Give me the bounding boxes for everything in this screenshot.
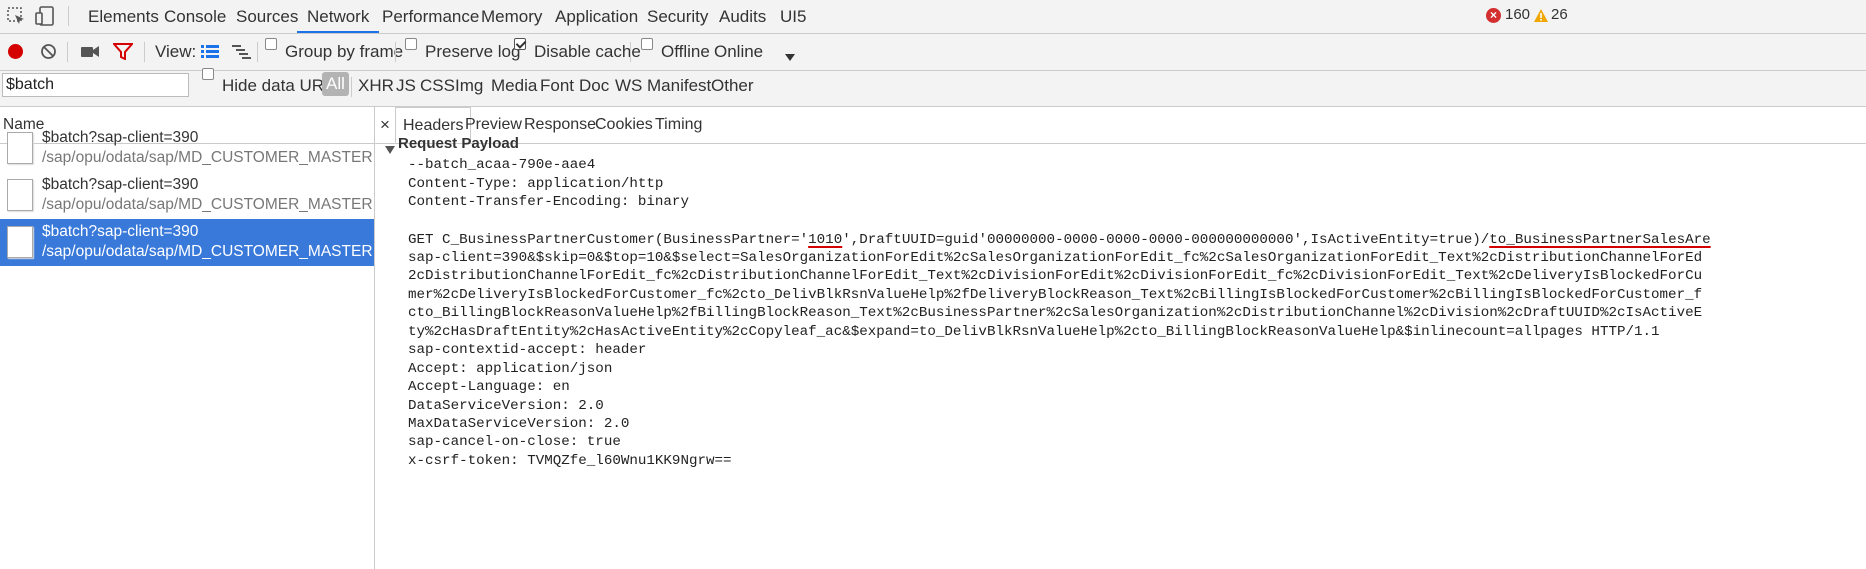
close-details-icon[interactable]: × bbox=[380, 107, 390, 143]
group-by-frame-checkbox[interactable] bbox=[265, 38, 277, 50]
filter-type-xhr[interactable]: XHR bbox=[358, 76, 394, 96]
tab-performance[interactable]: Performance bbox=[382, 0, 479, 33]
disable-cache-label: Disable cache bbox=[534, 42, 641, 61]
filter-type-font[interactable]: Font bbox=[540, 76, 574, 96]
record-icon[interactable] bbox=[8, 44, 23, 59]
warning-count[interactable]: 26 bbox=[1551, 6, 1568, 23]
toolbar-divider bbox=[68, 6, 69, 26]
filter-type-css[interactable]: CSS bbox=[420, 76, 455, 96]
capture-screenshots-icon[interactable] bbox=[80, 44, 100, 59]
device-toolbar-icon[interactable] bbox=[34, 5, 56, 27]
view-label: View: bbox=[155, 42, 197, 61]
tab-network[interactable]: Network bbox=[297, 0, 380, 33]
filter-bar: Hide data URLs All XHR JS CSS Img Media … bbox=[0, 68, 1866, 107]
tab-timing[interactable]: Timing bbox=[655, 107, 702, 143]
tab-elements[interactable]: Elements bbox=[88, 0, 159, 33]
tab-audits[interactable]: Audits bbox=[719, 0, 766, 33]
request-row[interactable]: $batch?sap-client=390 /sap/opu/odata/sap… bbox=[0, 172, 374, 219]
payload-line: ty%2cHasDraftEntity%2cHasActiveEntity%2c… bbox=[408, 324, 1660, 340]
section-title[interactable]: Request Payload bbox=[398, 135, 519, 152]
preserve-log-checkbox[interactable] bbox=[405, 38, 417, 50]
clear-icon[interactable] bbox=[40, 43, 57, 60]
filter-type-manifest[interactable]: Manifest bbox=[647, 76, 711, 96]
request-path: /sap/opu/odata/sap/MD_CUSTOMER_MASTER_SR… bbox=[42, 196, 372, 213]
error-icon: × bbox=[1486, 8, 1501, 23]
tab-cookies[interactable]: Cookies bbox=[595, 107, 653, 143]
devtools-top-bar: Elements Console Sources Network Perform… bbox=[0, 0, 1866, 34]
preserve-log-label: Preserve log bbox=[425, 42, 521, 61]
tab-sources[interactable]: Sources bbox=[236, 0, 298, 33]
waterfall-overview-icon[interactable] bbox=[232, 44, 251, 59]
toolbar-divider bbox=[630, 42, 631, 62]
tab-console[interactable]: Console bbox=[164, 0, 226, 33]
request-name: $batch?sap-client=390 bbox=[42, 223, 199, 240]
filter-input[interactable] bbox=[2, 73, 189, 97]
payload-line: Accept-Language: en bbox=[408, 379, 570, 395]
payload-line: 2cDistributionChannelForEdit_fc%2cDistri… bbox=[408, 268, 1703, 284]
disable-cache-checkbox[interactable] bbox=[514, 38, 526, 50]
document-icon bbox=[7, 226, 33, 258]
filter-type-doc[interactable]: Doc bbox=[579, 76, 609, 96]
payload-line: Content-Type: application/http bbox=[408, 176, 664, 192]
toolbar-divider bbox=[395, 42, 396, 62]
tab-memory[interactable]: Memory bbox=[481, 0, 542, 33]
warning-icon bbox=[1533, 8, 1549, 23]
filter-type-ws[interactable]: WS bbox=[615, 76, 642, 96]
collapse-triangle-icon[interactable] bbox=[385, 140, 395, 154]
toolbar-divider bbox=[351, 77, 352, 97]
throttling-select[interactable]: Online bbox=[714, 42, 763, 62]
payload-business-partner-key: 1010 bbox=[808, 232, 843, 248]
details-tab-bar: × Headers Preview Response Cookies Timin… bbox=[375, 107, 1866, 144]
filter-type-all[interactable]: All bbox=[322, 72, 349, 96]
payload-navigation-property: to_BusinessPartnerSalesAre bbox=[1489, 232, 1711, 248]
offline-label: Offline bbox=[661, 42, 710, 61]
tab-application[interactable]: Application bbox=[555, 0, 638, 33]
payload-line: sap-cancel-on-close: true bbox=[408, 434, 621, 450]
tab-response[interactable]: Response bbox=[524, 107, 596, 143]
payload-line: Content-Transfer-Encoding: binary bbox=[408, 194, 689, 210]
group-by-frame-label: Group by frame bbox=[285, 42, 404, 61]
toolbar-divider bbox=[144, 42, 145, 62]
payload-line: mer%2cDeliveryIsBlockedForCustomer_fc%2c… bbox=[408, 287, 1703, 303]
offline-checkbox[interactable] bbox=[641, 38, 653, 50]
payload-line: DataServiceVersion: 2.0 bbox=[408, 398, 604, 414]
document-icon bbox=[7, 132, 33, 164]
filter-type-js[interactable]: JS bbox=[396, 76, 416, 96]
inspect-element-icon[interactable] bbox=[6, 6, 26, 26]
payload-request-line: GET C_BusinessPartnerCustomer(BusinessPa… bbox=[408, 232, 1711, 248]
payload-line: sap-client=390&$skip=0&$top=10&$select=S… bbox=[408, 250, 1703, 266]
toolbar-divider bbox=[257, 42, 258, 62]
payload-get-mid: ',DraftUUID=guid'00000000-0000-0000-0000… bbox=[842, 232, 1490, 248]
request-list: Name $batch?sap-client=390 /sap/opu/odat… bbox=[0, 107, 375, 569]
request-path: /sap/opu/odata/sap/MD_CUSTOMER_MASTER_SR… bbox=[42, 243, 372, 260]
tab-security[interactable]: Security bbox=[647, 0, 708, 33]
filter-icon[interactable] bbox=[111, 43, 135, 61]
request-row[interactable]: $batch?sap-client=390 /sap/opu/odata/sap… bbox=[0, 125, 374, 172]
payload-line: --batch_acaa-790e-aae4 bbox=[408, 157, 596, 173]
payload-line: MaxDataServiceVersion: 2.0 bbox=[408, 416, 630, 432]
request-name: $batch?sap-client=390 bbox=[42, 129, 199, 146]
payload-line: Accept: application/json bbox=[408, 361, 613, 377]
payload-line: sap-contextid-accept: header bbox=[408, 342, 647, 358]
payload-get-prefix: GET C_BusinessPartnerCustomer(BusinessPa… bbox=[408, 232, 809, 248]
request-name: $batch?sap-client=390 bbox=[42, 176, 199, 193]
network-toolbar: View: Group by frame Preserve log Disabl… bbox=[0, 34, 1866, 71]
tab-ui5[interactable]: UI5 bbox=[780, 0, 806, 33]
request-path: /sap/opu/odata/sap/MD_CUSTOMER_MASTER_SR… bbox=[42, 149, 372, 166]
dropdown-arrow-icon[interactable] bbox=[785, 47, 795, 61]
error-count[interactable]: 160 bbox=[1505, 6, 1530, 23]
toolbar-divider bbox=[67, 42, 68, 62]
large-request-rows-icon[interactable] bbox=[201, 44, 219, 59]
document-icon bbox=[7, 179, 33, 211]
hide-data-urls-checkbox[interactable] bbox=[202, 68, 214, 80]
filter-type-other[interactable]: Other bbox=[711, 76, 754, 96]
request-row-selected[interactable]: $batch?sap-client=390 /sap/opu/odata/sap… bbox=[0, 219, 374, 266]
filter-type-media[interactable]: Media bbox=[491, 76, 537, 96]
filter-type-img[interactable]: Img bbox=[455, 76, 483, 96]
payload-line: x-csrf-token: TVMQZfe_l60Wnu1KK9Ngrw== bbox=[408, 453, 732, 469]
payload-line: cto_BillingBlockReasonValueHelp%2fBillin… bbox=[408, 305, 1703, 321]
